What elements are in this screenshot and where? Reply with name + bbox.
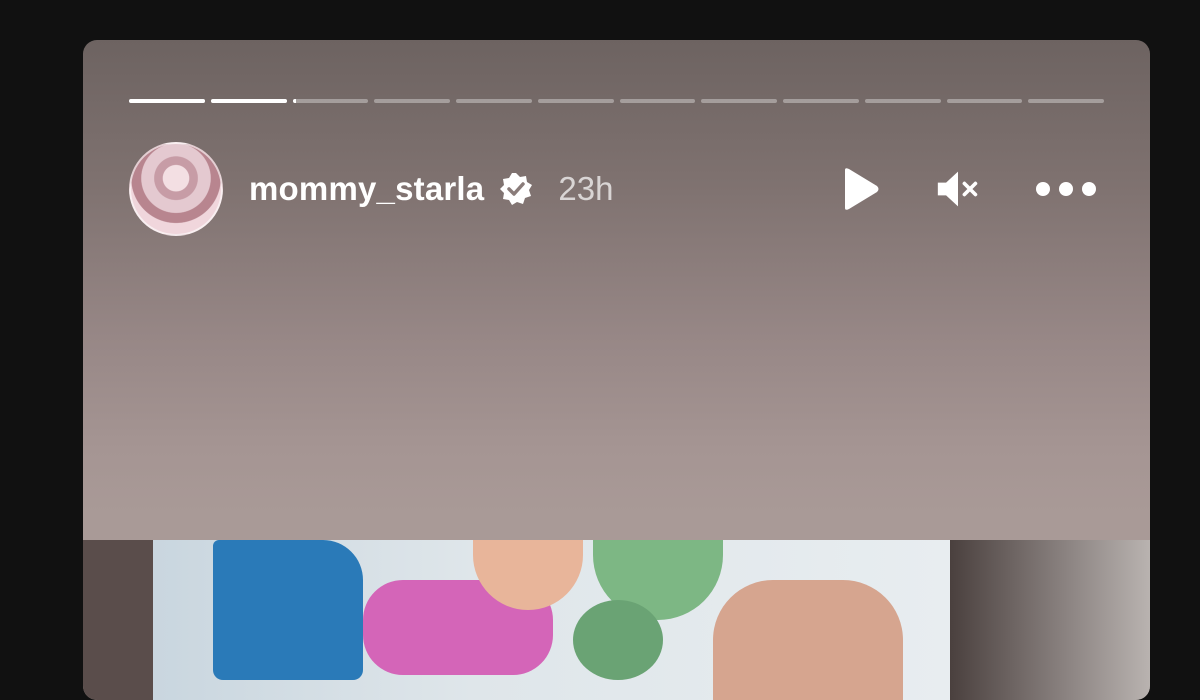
story-progress-bar xyxy=(129,99,1104,104)
verified-badge-icon xyxy=(498,171,534,207)
username[interactable]: mommy_starla xyxy=(249,170,484,208)
progress-segment xyxy=(783,99,859,103)
progress-segment xyxy=(864,99,941,103)
story-header: mommy_starla 23h xyxy=(129,141,1104,237)
speaker-muted-icon[interactable] xyxy=(936,167,980,211)
progress-segment xyxy=(210,99,287,103)
photo-frame xyxy=(153,540,953,700)
progress-segment xyxy=(946,99,1023,103)
progress-segment xyxy=(456,99,532,103)
story-viewer[interactable]: mommy_starla 23h xyxy=(83,40,1150,700)
progress-segment xyxy=(129,99,205,103)
post-time: 23h xyxy=(558,170,614,207)
story-photo xyxy=(83,540,1150,700)
progress-segment xyxy=(537,99,614,103)
progress-segment xyxy=(292,99,369,103)
avatar[interactable] xyxy=(129,142,223,236)
play-icon[interactable] xyxy=(838,167,882,211)
progress-segment xyxy=(619,99,696,103)
progress-segment xyxy=(701,99,777,103)
progress-segment xyxy=(374,99,450,103)
story-controls xyxy=(838,167,1104,211)
progress-segment xyxy=(1028,99,1104,103)
progress-segment-fill xyxy=(129,99,205,103)
more-horizontal-icon[interactable] xyxy=(1034,167,1098,211)
progress-segment-fill xyxy=(210,99,287,103)
progress-segment-fill xyxy=(292,99,297,103)
